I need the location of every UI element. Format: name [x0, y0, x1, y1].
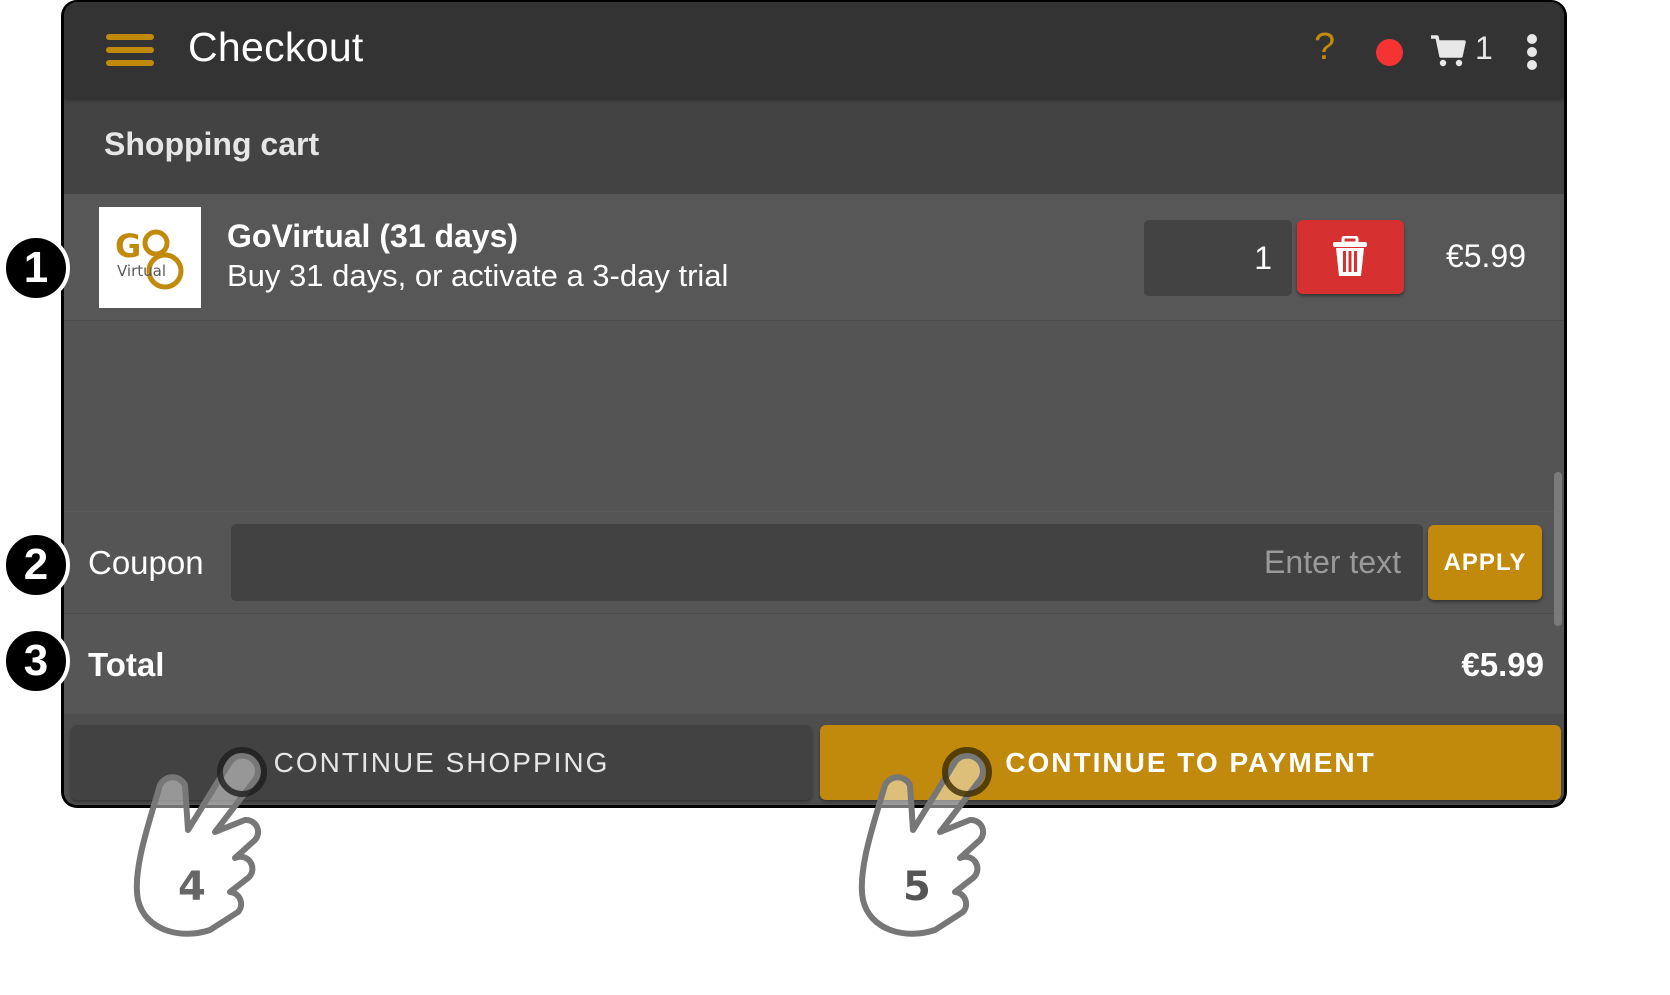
more-options-icon[interactable] [1526, 34, 1538, 70]
callout-marker-2: 2 [2, 531, 70, 599]
page-title: Checkout [188, 24, 364, 70]
cart-icon[interactable] [1430, 34, 1466, 68]
checkout-window: Checkout ? 1 Shopping cart G Virtual GoV… [61, 0, 1567, 808]
hand-number-5: 5 [903, 864, 931, 910]
coupon-row: Coupon APPLY [64, 511, 1564, 614]
help-icon[interactable]: ? [1314, 26, 1335, 69]
continue-to-payment-button[interactable]: CONTINUE TO PAYMENT [820, 725, 1561, 800]
trash-icon [1333, 236, 1367, 276]
cart-item: G Virtual GoVirtual (31 days) Buy 31 day… [64, 194, 1564, 321]
continue-shopping-button[interactable]: CONTINUE SHOPPING [71, 725, 812, 800]
delete-item-button[interactable] [1297, 220, 1404, 294]
total-value: €5.99 [1461, 646, 1544, 683]
cart-list-empty-space [64, 321, 1564, 511]
cart-count-badge: 1 [1475, 30, 1493, 66]
callout-marker-1: 1 [2, 234, 70, 302]
apply-coupon-button[interactable]: APPLY [1428, 525, 1542, 600]
hand-number-4: 4 [178, 864, 206, 910]
product-name: GoVirtual (31 days) [227, 218, 519, 254]
svg-text:Virtual: Virtual [117, 262, 166, 280]
callout-marker-3: 3 [2, 627, 70, 695]
item-price: €5.99 [1445, 238, 1526, 274]
product-description: Buy 31 days, or activate a 3-day trial [227, 258, 729, 293]
total-row: Total €5.99 [64, 614, 1564, 714]
total-label: Total [88, 646, 165, 683]
product-logo: G Virtual [99, 207, 201, 308]
section-title: Shopping cart [104, 126, 320, 162]
record-status-icon [1376, 39, 1403, 66]
scrollbar[interactable] [1554, 472, 1562, 626]
app-bar: Checkout ? 1 [64, 2, 1564, 98]
svg-text:G: G [115, 227, 141, 265]
coupon-input[interactable] [231, 524, 1423, 601]
coupon-label: Coupon [88, 544, 204, 581]
menu-icon[interactable] [106, 34, 154, 68]
quantity-field[interactable]: 1 [1144, 220, 1292, 296]
footer-actions: CONTINUE SHOPPING CONTINUE TO PAYMENT [64, 714, 1564, 805]
shopping-cart-header: Shopping cart [64, 98, 1564, 194]
